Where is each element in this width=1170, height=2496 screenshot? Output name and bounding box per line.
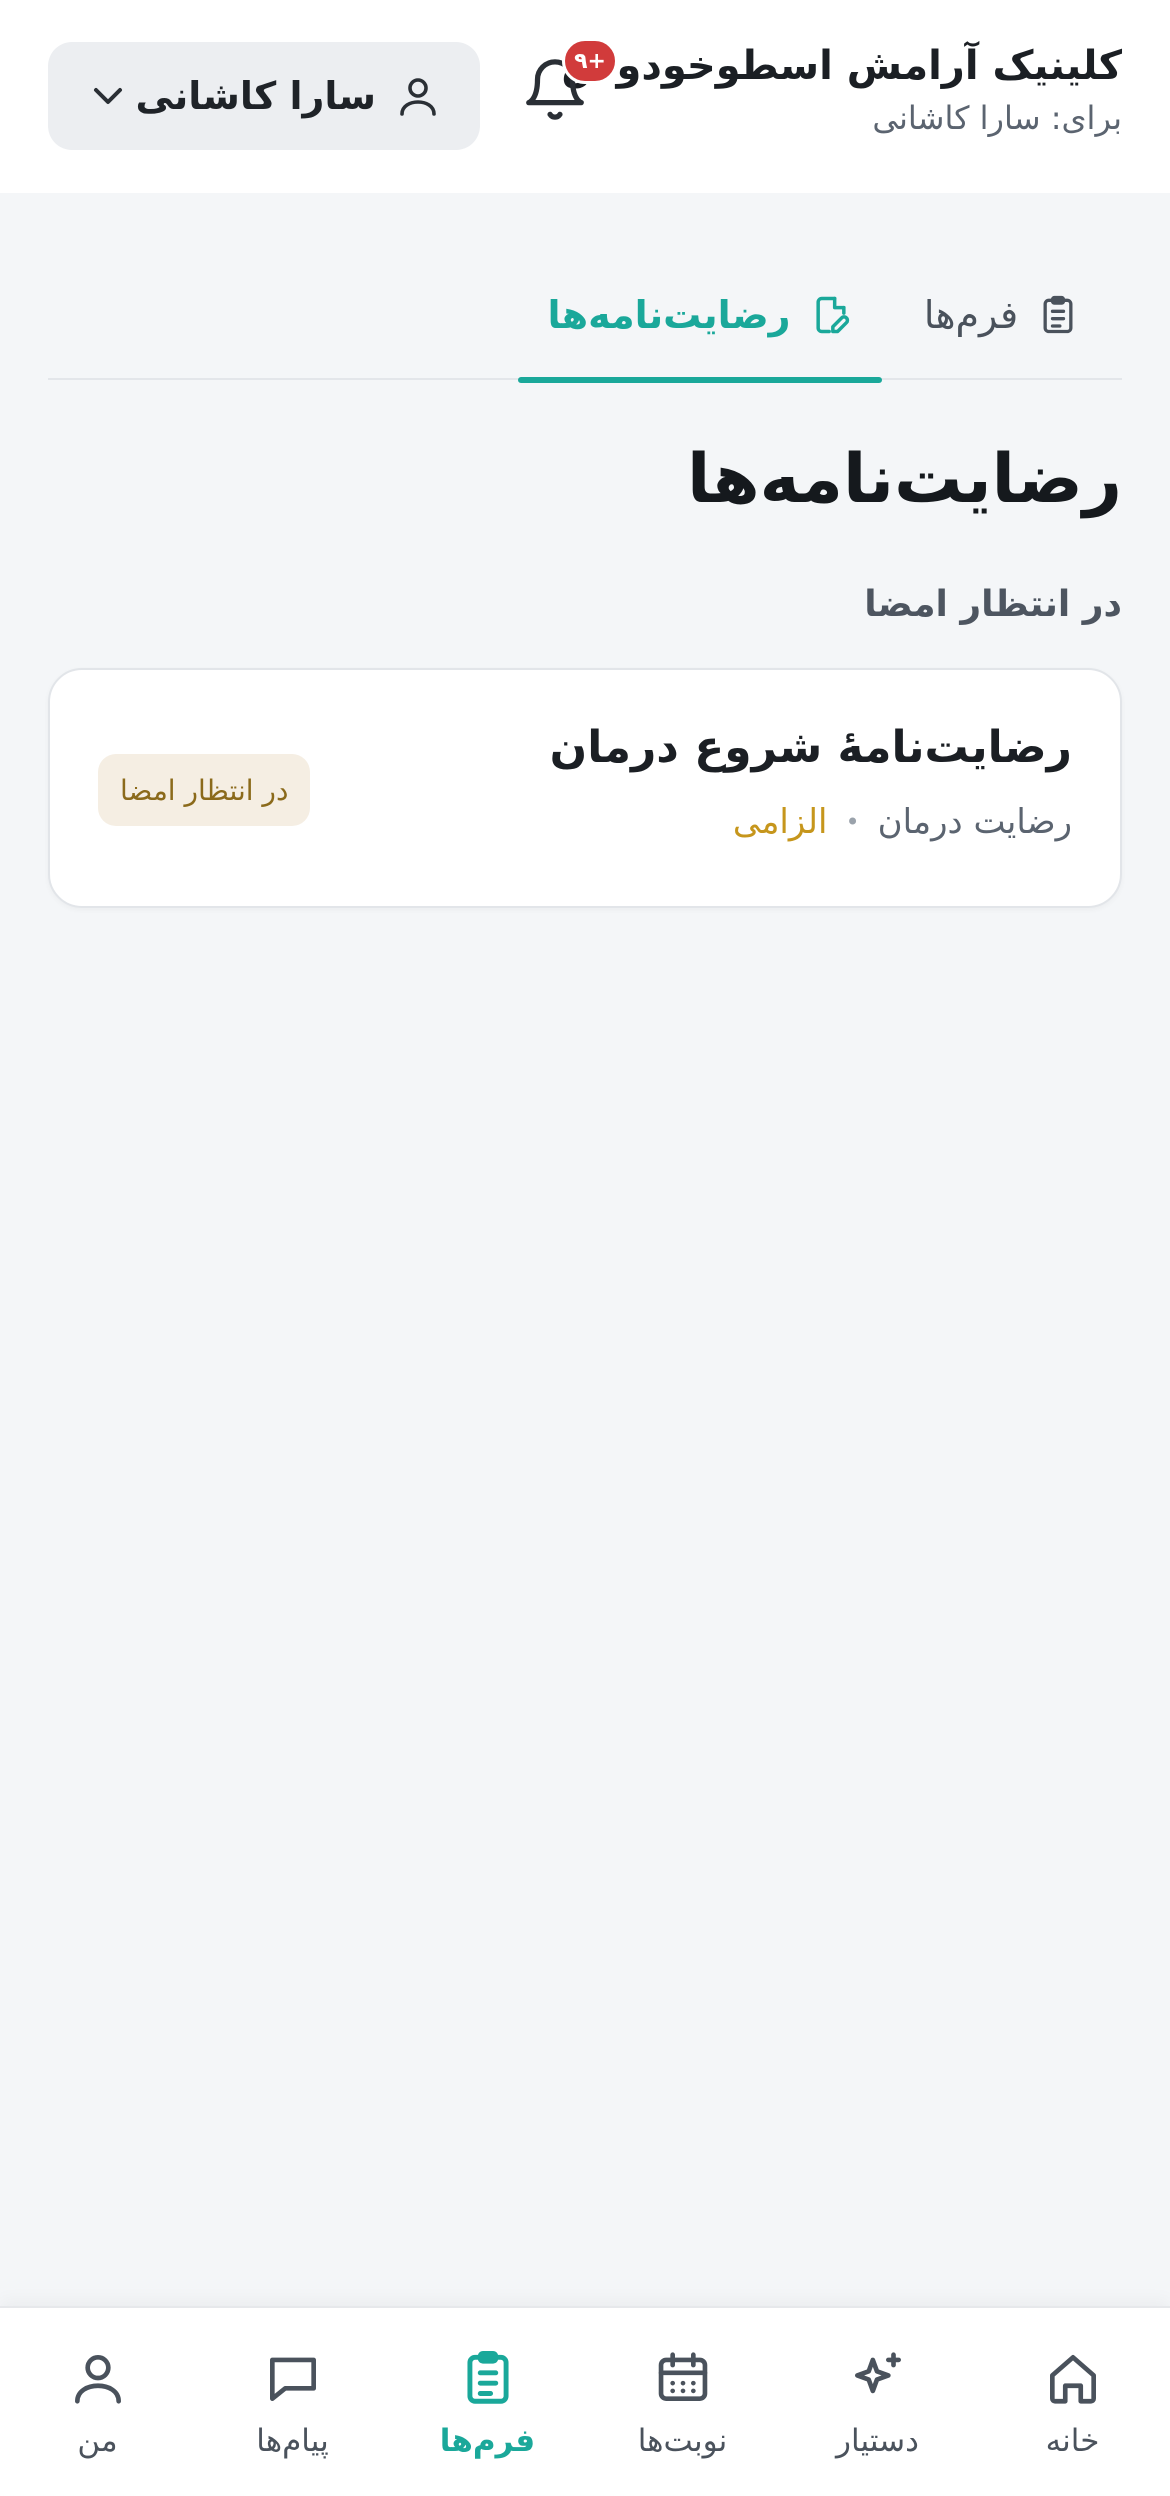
tab-consents[interactable]: رضایت‌نامه‌ها — [518, 250, 882, 383]
consent-category: رضایت درمان — [877, 802, 1072, 842]
required-label: الزامی — [732, 802, 828, 842]
user-switcher[interactable]: سارا کاشانی — [48, 42, 480, 150]
app-header: کلینیک آرامش اسطوخودوس برای: سارا کاشانی… — [0, 0, 1170, 193]
nav-item-label: نوبت‌ها — [637, 2423, 728, 2459]
page: کلینیک آرامش اسطوخودوس برای: سارا کاشانی… — [0, 0, 1170, 2496]
nav-item-label: فرم‌ها — [439, 2423, 536, 2459]
nav-item-label: دستیار — [836, 2423, 919, 2459]
nav-item-home[interactable]: خانه — [975, 2308, 1170, 2496]
clinic-name: کلینیک آرامش اسطوخودوس — [561, 43, 1122, 89]
nav-item-me[interactable]: من — [0, 2308, 195, 2496]
clipboard-icon — [1043, 295, 1073, 334]
consent-card[interactable]: رضایت‌نامهٔ شروع درمان رضایت درمان • الز… — [48, 668, 1122, 908]
notification-badge: ۹+ — [562, 38, 618, 84]
calendar-icon — [658, 2352, 707, 2401]
nav-item-appointments[interactable]: نوبت‌ها — [585, 2308, 780, 2496]
bottom-nav: من پیام‌ها فرم‌ها نوبت‌ها — [0, 2306, 1170, 2496]
status-badge: در انتظار امضا — [98, 754, 311, 826]
message-icon — [269, 2357, 316, 2401]
home-icon — [1049, 2355, 1096, 2404]
user-icon — [400, 78, 436, 116]
section-label-pending: در انتظار امضا — [864, 584, 1122, 625]
meta-separator: • — [845, 808, 860, 836]
consent-title: رضایت‌نامهٔ شروع درمان — [549, 722, 1072, 773]
user-switcher-name: سارا کاشانی — [135, 74, 377, 118]
sparkle-icon — [854, 2352, 901, 2394]
tab-bar: فرم‌ها رضایت‌نامه‌ها — [48, 250, 1122, 383]
nav-item-label: من — [77, 2423, 118, 2459]
nav-item-messages[interactable]: پیام‌ها — [195, 2308, 390, 2496]
consent-meta: رضایت درمان • الزامی — [733, 802, 1072, 842]
chevron-down-icon — [94, 88, 122, 104]
file-edit-icon — [815, 296, 849, 334]
clipboard-icon — [466, 2351, 509, 2404]
page-title: رضایت‌نامه‌ها — [687, 440, 1122, 519]
nav-item-label: خانه — [1045, 2423, 1100, 2459]
tab-forms[interactable]: فرم‌ها — [882, 250, 1122, 380]
nav-item-label: پیام‌ها — [256, 2423, 329, 2459]
nav-item-assistant[interactable]: دستیار — [780, 2308, 975, 2496]
notifications-button[interactable]: ۹+ — [520, 38, 618, 136]
clinic-block: کلینیک آرامش اسطوخودوس برای: سارا کاشانی — [561, 38, 1122, 140]
tab-consents-label: رضایت‌نامه‌ها — [547, 293, 791, 337]
user-icon — [74, 2355, 121, 2404]
nav-item-forms[interactable]: فرم‌ها — [390, 2308, 585, 2496]
tab-forms-label: فرم‌ها — [923, 293, 1019, 337]
patient-for-label: برای: سارا کاشانی — [872, 99, 1122, 137]
